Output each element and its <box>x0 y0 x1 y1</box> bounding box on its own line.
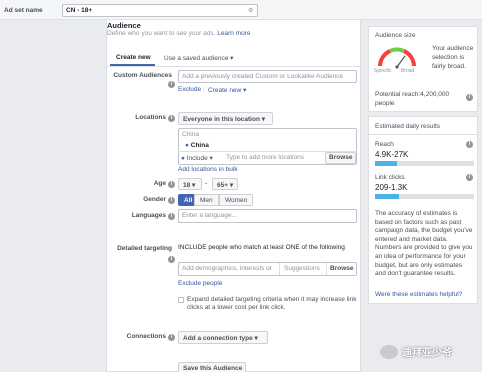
include-dropdown[interactable]: ● Include ▾ <box>181 154 213 162</box>
create-new-label: Create new <box>208 87 242 94</box>
learn-more-link[interactable]: Learn more <box>217 30 250 37</box>
locations-dropdown-label: Everyone in this location <box>183 116 260 123</box>
reach-info-icon[interactable]: i <box>466 141 473 148</box>
suggestions-divider <box>279 263 280 275</box>
detailed-targeting-label: Detailed targeting <box>117 245 172 252</box>
caret-down-icon: ▾ <box>229 182 234 189</box>
create-new-link[interactable]: Create new ▾ <box>208 86 246 94</box>
estimates-disclaimer: The accuracy of estimates is based on fa… <box>375 210 473 278</box>
caret-down-icon: ▾ <box>254 335 258 342</box>
suggestions-button[interactable]: Suggestions <box>284 265 320 272</box>
reach-value: 4.9K-27K <box>375 150 409 159</box>
settings-icon[interactable]: ⚙ <box>248 7 253 14</box>
gauge-specific-arc <box>378 49 391 67</box>
gauge-broad-label: Broad <box>401 68 415 74</box>
location-selected-label: China <box>190 142 209 149</box>
link-separator: | <box>203 86 205 93</box>
detailed-targeting-info-icon[interactable]: i <box>168 256 175 263</box>
age-max-value: 65+ <box>217 182 229 189</box>
gauge-specific-label: Specific <box>374 68 392 74</box>
languages-label: Languages <box>131 212 166 219</box>
wechat-icon <box>380 345 398 359</box>
estimates-helpful-link[interactable]: Were these estimates helpful? <box>375 291 462 298</box>
reach-bar-fill <box>375 161 397 166</box>
link-clicks-bar <box>375 194 474 199</box>
connections-dropdown-label: Add a connection type <box>183 335 253 342</box>
locations-label: Locations <box>135 114 166 121</box>
exclude-link[interactable]: Exclude <box>178 86 201 93</box>
estimated-results-divider <box>368 134 478 135</box>
browse-divider <box>326 263 327 275</box>
watermark-text: 迪拜亚少爷 <box>402 348 452 359</box>
add-locations-bulk-link[interactable]: Add locations in bulk <box>178 166 238 173</box>
caret-down-icon: ▾ <box>192 182 196 189</box>
link-clicks-info-icon[interactable]: i <box>466 174 473 181</box>
languages-input[interactable]: Enter a language... <box>178 209 357 223</box>
exclude-people-link[interactable]: Exclude people <box>178 280 222 287</box>
save-audience-button[interactable]: Save this Audience <box>178 362 246 372</box>
link-clicks-bar-fill <box>375 194 399 199</box>
caret-down-icon: ▾ <box>230 55 234 62</box>
tab-saved-audience[interactable]: Use a saved audience ▾ <box>164 54 233 62</box>
custom-audiences-label: Custom Audiences <box>113 72 172 79</box>
connections-label: Connections <box>126 333 166 340</box>
ad-set-name-input[interactable]: CN - 18+ <box>62 4 258 17</box>
expand-targeting-checkbox[interactable] <box>178 297 184 303</box>
link-clicks-label: Link clicks <box>375 174 405 181</box>
reach-bar <box>375 161 474 166</box>
gender-men-button[interactable]: Men <box>194 194 219 206</box>
age-dash: - <box>205 180 208 187</box>
age-min-value: 18 <box>183 182 191 189</box>
audience-size-description: Your audience selection is fairly broad. <box>432 45 474 70</box>
custom-audiences-info-icon[interactable]: i <box>168 81 175 88</box>
gauge-needle <box>396 55 406 68</box>
locations-dropdown[interactable]: Everyone in this location ▾ <box>178 112 273 125</box>
include-label: Include <box>186 155 208 162</box>
age-label: Age <box>153 180 166 187</box>
locations-browse-button[interactable]: Browse <box>325 152 356 164</box>
potential-reach: Potential reach:4,200,000 people <box>375 91 450 107</box>
caret-down-icon: ▾ <box>261 116 266 123</box>
connections-info-icon[interactable]: i <box>168 334 175 341</box>
tab-saved-audience-label: Use a saved audience <box>164 55 229 62</box>
custom-audiences-input[interactable]: Add a previously created Custom or Looka… <box>178 70 357 83</box>
gender-info-icon[interactable]: i <box>168 197 175 204</box>
age-max-dropdown[interactable]: 65+ ▾ <box>212 178 238 190</box>
audience-subtitle-text: Define who you want to see your ads. <box>107 30 216 37</box>
tabs-divider <box>106 66 361 67</box>
gauge-needle-hub <box>395 65 399 69</box>
tab-create-new[interactable]: Create new <box>116 54 151 61</box>
potential-reach-info-icon[interactable]: i <box>466 94 473 101</box>
gauge-middle-arc <box>389 47 405 53</box>
audience-size-title: Audience size <box>375 32 416 39</box>
location-search-input[interactable]: Type to add more locations <box>226 154 304 161</box>
audience-title: Audience <box>107 21 141 30</box>
link-clicks-value: 209-1.3K <box>375 183 408 192</box>
gender-label: Gender <box>143 196 166 203</box>
detailed-targeting-description: INCLUDE people who match at least ONE of… <box>178 244 345 251</box>
detailed-targeting-placeholder: Add demographics, interests or <box>182 265 272 272</box>
age-min-dropdown[interactable]: 18 ▾ <box>178 178 202 190</box>
expand-targeting-text: Expand detailed targeting criteria when … <box>187 296 357 311</box>
caret-down-icon: ▾ <box>243 87 247 94</box>
location-country-header: China <box>182 131 199 138</box>
gauge-broad-arc <box>403 49 416 67</box>
pin-icon: ● <box>181 155 185 162</box>
locations-info-icon[interactable]: i <box>168 115 175 122</box>
ad-set-name-value: CN - 18+ <box>66 7 93 14</box>
detailed-targeting-browse-button[interactable]: Browse <box>330 265 353 272</box>
location-selected: ● China <box>185 142 209 149</box>
connections-dropdown[interactable]: Add a connection type ▾ <box>178 331 268 344</box>
age-info-icon[interactable]: i <box>168 181 175 188</box>
pin-icon: ● <box>185 142 189 149</box>
gender-women-button[interactable]: Women <box>219 194 254 206</box>
reach-label: Reach <box>375 141 394 148</box>
ad-set-name-label: Ad set name <box>4 7 43 14</box>
languages-info-icon[interactable]: i <box>168 213 175 220</box>
caret-down-icon: ▾ <box>209 155 213 162</box>
estimated-results-title: Estimated daily results <box>375 123 441 130</box>
audience-subtitle: Define who you want to see your ads. Lea… <box>107 30 250 37</box>
